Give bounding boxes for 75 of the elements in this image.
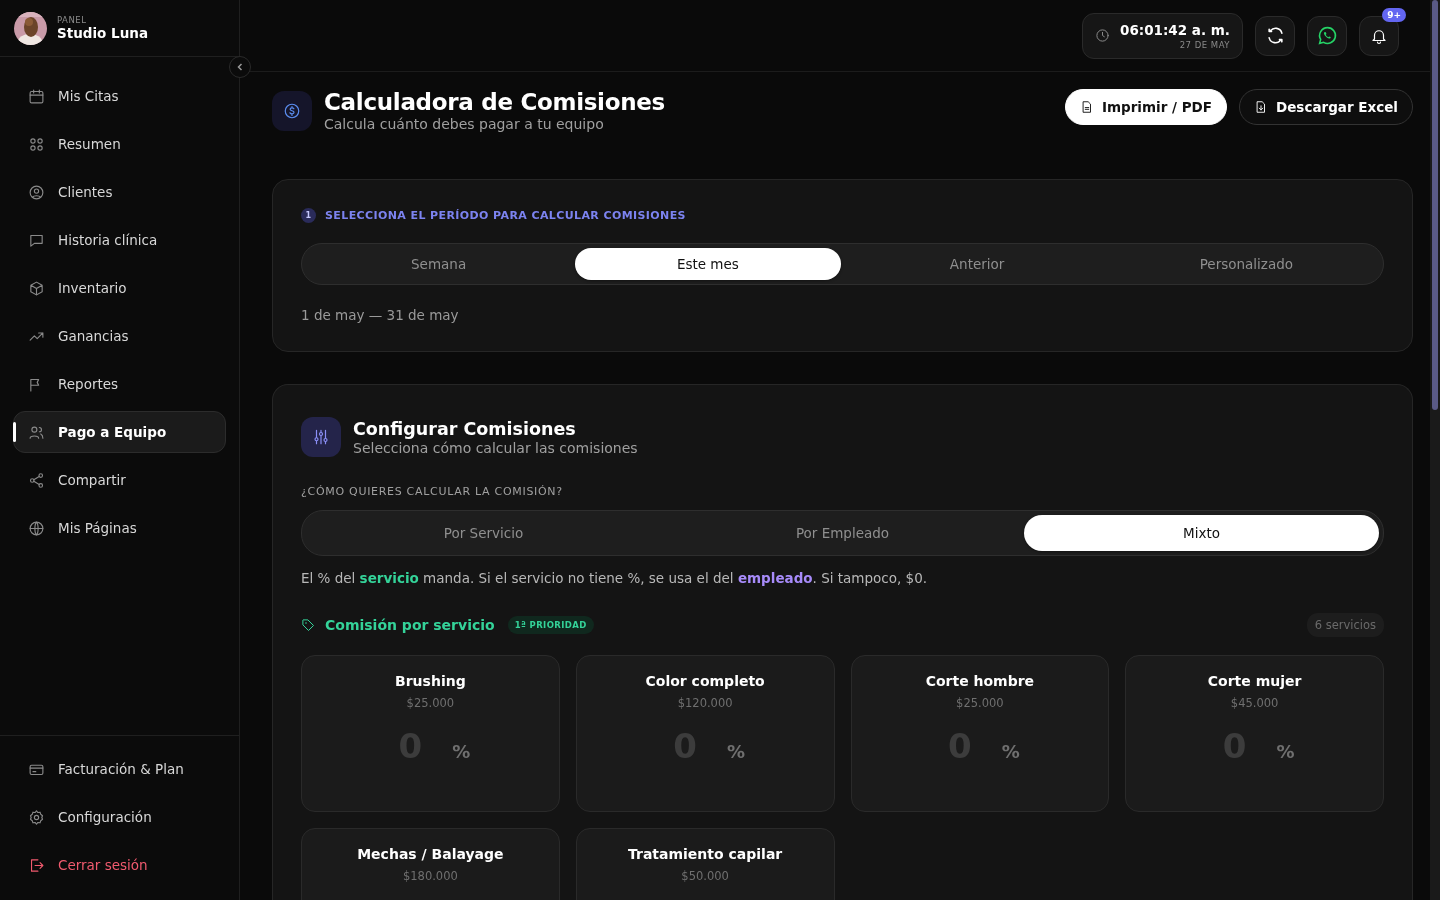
segment-tab[interactable]: Semana bbox=[306, 248, 572, 280]
clock-icon bbox=[1095, 28, 1110, 43]
service-name: Corte mujer bbox=[1207, 673, 1302, 689]
segment-tab[interactable]: Personalizado bbox=[1113, 248, 1379, 280]
segment-tab[interactable]: Este mes bbox=[575, 248, 841, 280]
sliders-icon bbox=[301, 417, 341, 457]
globe-icon bbox=[28, 519, 45, 537]
print-button[interactable]: Imprimir / PDF bbox=[1064, 89, 1227, 125]
sidebar-item[interactable]: Pago a Equipo bbox=[13, 411, 226, 453]
file-download-icon bbox=[1254, 100, 1268, 114]
question-label: ¿CÓMO QUIERES CALCULAR LA COMISIÓN? bbox=[301, 485, 564, 498]
page-subtitle: Calcula cuánto debes pagar a tu equipo bbox=[324, 116, 605, 132]
service-name: Corte hombre bbox=[925, 673, 1035, 689]
refresh-button[interactable] bbox=[1255, 15, 1295, 56]
whatsapp-button[interactable] bbox=[1307, 15, 1347, 56]
service-price: $25.000 bbox=[956, 696, 1004, 710]
sidebar-item[interactable]: Resumen bbox=[13, 123, 226, 165]
percent-unit: % bbox=[1001, 741, 1020, 764]
user-circle-icon bbox=[28, 183, 45, 201]
sidebar-item[interactable]: Ganancias bbox=[13, 315, 226, 357]
logout-icon bbox=[28, 856, 45, 874]
service-price: $45.000 bbox=[1230, 696, 1279, 710]
mode-explanation: El % del servicio manda. Si el servicio no tiene %, se usa el del empleado. Si tampoco, $0. bbox=[301, 570, 929, 586]
step-heading: SELECCIONA EL PERÍODO PARA CALCULAR COMISIONES bbox=[325, 209, 686, 222]
sidebar-item[interactable]: Configuración bbox=[13, 796, 226, 838]
share-icon bbox=[28, 471, 45, 489]
clock-date: 27 DE MAY bbox=[1178, 39, 1230, 50]
priority-badge: 1ª PRIORIDAD bbox=[507, 616, 594, 634]
service-name: Tratamiento capilar bbox=[628, 846, 783, 862]
notification-badge: 9+ bbox=[1382, 7, 1406, 22]
sidebar-item[interactable]: Reportes bbox=[13, 363, 226, 405]
step-number: 1 bbox=[301, 208, 316, 223]
chat-phone-icon bbox=[1316, 25, 1338, 46]
box-icon bbox=[28, 279, 45, 297]
segment-tab[interactable]: Por Empleado bbox=[665, 515, 1020, 551]
calendar-icon bbox=[28, 87, 45, 105]
sidebar-item[interactable]: Historia clínica bbox=[13, 219, 226, 261]
service-price: $50.000 bbox=[681, 869, 729, 883]
percent-unit: % bbox=[452, 741, 471, 764]
sidebar-item[interactable]: Inventario bbox=[13, 267, 226, 309]
sidebar-item[interactable]: Mis Citas bbox=[13, 75, 226, 117]
page-title: Calculadora de Comisiones bbox=[324, 89, 665, 115]
date-range: 1 de may — 31 de may bbox=[301, 307, 460, 323]
service-name: Brushing bbox=[395, 673, 466, 689]
sidebar-item[interactable]: Mis Páginas bbox=[13, 507, 226, 549]
tag-icon bbox=[301, 617, 316, 633]
segment-tab[interactable]: Anterior bbox=[844, 248, 1110, 280]
refresh-icon bbox=[1265, 26, 1285, 45]
settings-icon bbox=[28, 808, 45, 826]
chevron-left-icon bbox=[235, 62, 245, 72]
percent-unit: % bbox=[727, 741, 746, 764]
service-price: $120.000 bbox=[677, 696, 733, 710]
service-name: Color completo bbox=[645, 673, 765, 689]
subsection-title: Comisión por servicio bbox=[325, 617, 495, 633]
studio-name: Studio Luna bbox=[57, 25, 148, 41]
percent-unit: % bbox=[1276, 741, 1295, 764]
section-subtitle: Selecciona cómo calcular las comisiones bbox=[353, 439, 638, 456]
service-price: $25.000 bbox=[406, 696, 455, 710]
segment-tab[interactable]: Mixto bbox=[1024, 515, 1379, 551]
section-title: Configurar Comisiones bbox=[353, 418, 577, 439]
clock-time: 06:01:42 a. m. bbox=[1120, 21, 1230, 38]
service-price: $180.000 bbox=[402, 869, 458, 883]
grid-icon bbox=[28, 135, 45, 153]
sidebar-item[interactable]: Compartir bbox=[13, 459, 226, 501]
segment-tab[interactable]: Por Servicio bbox=[306, 515, 661, 551]
sidebar-item[interactable]: Facturación & Plan bbox=[13, 748, 226, 790]
logout-item[interactable]: Cerrar sesión bbox=[13, 844, 226, 886]
service-count: 6 servicios bbox=[1306, 613, 1384, 637]
panel-label: PANEL bbox=[57, 15, 88, 25]
download-button[interactable]: Descargar Excel bbox=[1239, 89, 1413, 125]
dollar-icon bbox=[272, 90, 312, 131]
scrollbar[interactable] bbox=[1430, 0, 1440, 900]
collapse-button[interactable] bbox=[229, 56, 251, 78]
service-name: Mechas / Balayage bbox=[357, 846, 504, 862]
sidebar-item[interactable]: Clientes bbox=[13, 171, 226, 213]
